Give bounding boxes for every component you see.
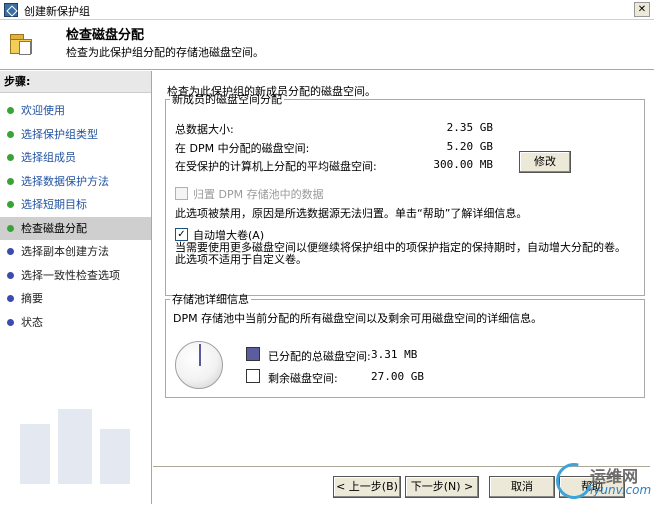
autogrow-note: 当需要使用更多磁盘空间以便继续将保护组中的项保护指定的保持期时，自动增大分配的卷… [175,241,626,266]
step-bullet-icon [7,177,14,185]
allocated-space-label: 已分配的总磁盘空间: [268,350,371,363]
colocate-checkbox [175,187,188,200]
cancel-button[interactable]: 取消 [489,476,555,498]
step-bullet-icon [7,248,14,255]
steps-list: 欢迎使用 选择保护组类型 选择组成员 选择数据保护方法 选择短期目标 检查磁盘分… [0,93,151,334]
main-content: 检查为此保护组的新成员分配的磁盘空间。 新成员的磁盘空间分配 总数据大小: 2.… [153,71,650,466]
servers-decoration-icon [20,409,130,484]
step-bullet-icon [7,271,14,279]
step-protection-method[interactable]: 选择数据保护方法 [0,170,151,194]
step-bullet-icon [7,295,14,302]
total-data-size-label: 总数据大小: [175,123,234,136]
step-label: 选择保护组类型 [21,127,98,141]
storage-pool-description: DPM 存储池中当前分配的所有磁盘空间以及剩余可用磁盘空间的详细信息。 [173,312,543,325]
allocated-swatch [246,347,260,361]
storage-pool-legend: 存储池详细信息 [172,293,249,306]
modify-button[interactable]: 修改 [519,151,571,173]
step-label: 摘要 [21,292,43,305]
step-group-members[interactable]: 选择组成员 [0,146,151,170]
free-swatch [246,369,260,383]
next-button[interactable]: 下一步(N) > [405,476,479,498]
title-bar: 创建新保护组 ✕ [0,0,654,20]
step-bullet-icon [7,107,14,114]
dpm-allocated-value: 5.20 GB [446,140,493,153]
disk-usage-pie [175,341,223,389]
protected-computer-allocated-value: 300.00 MB [433,158,493,171]
free-space-label: 剩余磁盘空间: [268,372,338,385]
page-subtitle: 检查为此保护组分配的存储池磁盘空间。 [66,46,264,59]
steps-sidebar: 步骤: 欢迎使用 选择保护组类型 选择组成员 选择数据保护方法 选择短期目标 检… [0,71,152,504]
colocate-note: 此选项被禁用，原因是所选数据源无法归置。单击“帮助”了解详细信息。 [175,207,528,220]
step-label: 状态 [21,315,43,329]
step-bullet-icon [7,130,14,138]
protected-computer-allocated-label: 在受保护的计算机上分配的平均磁盘空间: [175,160,377,173]
close-button[interactable]: ✕ [634,2,650,17]
page-title: 检查磁盘分配 [66,28,145,43]
step-label: 选择组成员 [21,151,76,164]
step-summary: 摘要 [0,287,151,311]
allocation-legend: 新成员的磁盘空间分配 [172,93,282,106]
step-bullet-icon [7,224,14,232]
step-label: 欢迎使用 [21,104,65,117]
pie-allocated-slice [199,344,201,366]
window-title: 创建新保护组 [24,5,90,18]
colocate-label: 归置 DPM 存储池中的数据 [193,188,324,201]
folder-icon [10,34,36,56]
step-bullet-icon [7,201,14,208]
steps-title: 步骤: [0,71,151,93]
allocated-space-value: 3.31 MB [371,348,418,361]
watermark-text-url: iyunv.com [590,483,652,497]
step-group-type[interactable]: 选择保护组类型 [0,123,151,147]
step-welcome[interactable]: 欢迎使用 [0,99,151,123]
dpm-allocated-label: 在 DPM 中分配的磁盘空间: [175,142,310,155]
free-space-value: 27.00 GB [371,370,424,383]
step-disk-allocation[interactable]: 检查磁盘分配 [0,216,151,240]
step-label: 选择数据保护方法 [21,174,109,188]
step-status: 状态 [0,311,151,335]
total-data-size-value: 2.35 GB [446,121,493,134]
step-label: 选择短期目标 [21,198,87,211]
step-bullet-icon [7,318,14,326]
step-consistency-check: 选择一致性检查选项 [0,264,151,288]
step-label: 选择一致性检查选项 [21,268,120,282]
step-label: 选择副本创建方法 [21,245,109,258]
step-label: 检查磁盘分配 [21,221,87,235]
app-icon [4,3,18,17]
site-watermark: 运维网 iyunv.com [549,456,652,506]
step-bullet-icon [7,154,14,161]
wizard-header: 检查磁盘分配 检查为此保护组分配的存储池磁盘空间。 [0,20,654,70]
back-button[interactable]: < 上一步(B) [333,476,401,498]
step-short-term-goals[interactable]: 选择短期目标 [0,193,151,217]
autogrow-checkbox[interactable]: ✓ [175,228,188,241]
step-replica-method: 选择副本创建方法 [0,240,151,264]
